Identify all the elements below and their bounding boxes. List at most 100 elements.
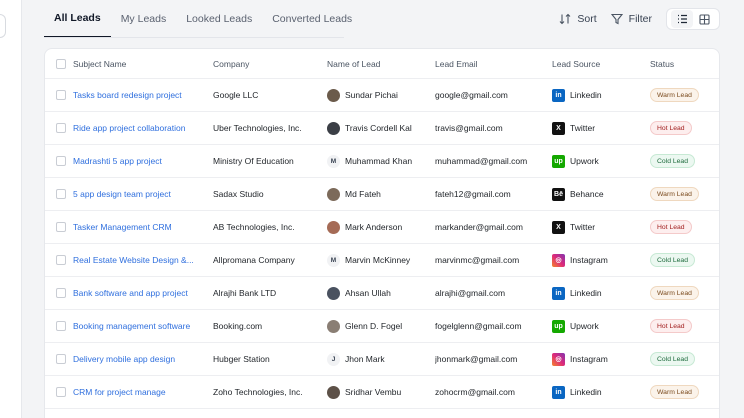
company-cell: AB Technologies, Inc.: [213, 222, 295, 232]
lead-name: Glenn D. Fogel: [345, 321, 403, 331]
filter-button[interactable]: Filter: [610, 13, 652, 25]
subject-link[interactable]: Tasker Management CRM: [73, 222, 172, 232]
tab-converted-leads[interactable]: Converted Leads: [262, 0, 362, 38]
tabs-divider: [44, 37, 344, 38]
lead-email-cell: travis@gmail.com: [435, 123, 503, 133]
header-lead-email[interactable]: Lead Email: [435, 49, 545, 78]
header-status[interactable]: Status: [650, 49, 719, 78]
header-lead-source[interactable]: Lead Source: [552, 49, 640, 78]
header-company[interactable]: Company: [213, 49, 319, 78]
lead-email-cell: jhonmark@gmail.com: [435, 354, 518, 364]
row-checkbox[interactable]: [56, 255, 66, 265]
lead-email-cell: marvinmc@gmail.com: [435, 255, 520, 265]
table-row[interactable]: Bank software and app project Alrajhi Ban…: [45, 277, 719, 310]
company-cell: Ministry Of Education: [213, 156, 294, 166]
subject-link[interactable]: Booking management software: [73, 321, 190, 331]
row-checkbox[interactable]: [56, 189, 66, 199]
view-toggle: [666, 8, 720, 30]
subject-link[interactable]: Bank software and app project: [73, 288, 188, 298]
avatar: [327, 121, 340, 135]
status-badge: Warm Lead: [650, 385, 699, 399]
table-row[interactable]: Booking management software Booking.com Gl…: [45, 310, 719, 343]
header-lead-name[interactable]: Name of Lead: [327, 49, 427, 78]
lead-source: Upwork: [570, 321, 599, 331]
lead-email-cell: alrajhi@gmail.com: [435, 288, 506, 298]
list-view-button[interactable]: [671, 10, 693, 28]
status-badge: Cold Lead: [650, 352, 695, 366]
table-row[interactable]: CRM for project manage Zoho Technologies,…: [45, 376, 719, 409]
lead-name-cell: Travis Cordell Kal: [327, 112, 427, 144]
leads-toolbar: All Leads My Leads Looked Leads Converte…: [44, 0, 720, 38]
subject-link[interactable]: CRM for project manage: [73, 387, 166, 397]
row-checkbox[interactable]: [56, 387, 66, 397]
row-checkbox[interactable]: [56, 156, 66, 166]
lead-source: Upwork: [570, 156, 599, 166]
subject-link[interactable]: Madrashti 5 app project: [73, 156, 162, 166]
lead-source: Twitter: [570, 222, 596, 232]
status-badge: Cold Lead: [650, 253, 695, 267]
lead-name: Mark Anderson: [345, 222, 403, 232]
lead-source-cell: in Linkedin: [552, 79, 640, 111]
filter-label: Filter: [628, 13, 652, 25]
company-cell: Google LLC: [213, 90, 259, 100]
status-badge: Hot Lead: [650, 121, 692, 135]
linkedin-icon: in: [552, 286, 565, 300]
lead-name-cell: Mark Anderson: [327, 211, 427, 243]
table-row[interactable]: Tasks board redesign project Google LLC Su…: [45, 79, 719, 112]
status-badge: Warm Lead: [650, 286, 699, 300]
table-row[interactable]: Madrashti 5 app project Ministry Of Educa…: [45, 145, 719, 178]
row-checkbox[interactable]: [56, 123, 66, 133]
lead-name: Travis Cordell Kal: [345, 123, 412, 133]
table-row[interactable]: 5 app design team project Sadax Studio Md …: [45, 178, 719, 211]
lead-name-cell: J Jhon Mark: [327, 343, 427, 375]
avatar: [327, 88, 340, 102]
row-checkbox[interactable]: [56, 288, 66, 298]
table-row[interactable]: Tasker Management CRM AB Technologies, In…: [45, 211, 719, 244]
tab-looked-leads[interactable]: Looked Leads: [176, 0, 262, 38]
sort-button[interactable]: Sort: [559, 13, 597, 25]
instagram-icon: ◎: [552, 253, 565, 267]
status-badge: Warm Lead: [650, 88, 699, 102]
subject-link[interactable]: Tasks board redesign project: [73, 90, 182, 100]
avatar: M: [327, 154, 340, 168]
subject-link[interactable]: Delivery mobile app design: [73, 354, 175, 364]
subject-link[interactable]: Ride app project collaboration: [73, 123, 185, 133]
lead-email-cell: muhammad@gmail.com: [435, 156, 528, 166]
lead-source: Linkedin: [570, 90, 602, 100]
tab-all-leads[interactable]: All Leads: [44, 0, 111, 38]
lead-source: Twitter: [570, 123, 596, 133]
row-checkbox[interactable]: [56, 321, 66, 331]
row-checkbox[interactable]: [56, 222, 66, 232]
lead-name: Sridhar Vembu: [345, 387, 402, 397]
lead-name: Marvin McKinney: [345, 255, 411, 265]
lead-name-cell: Glenn D. Fogel: [327, 310, 427, 342]
table-row[interactable]: Real Estate Website Design &... Allproman…: [45, 244, 719, 277]
lead-email-cell: markander@gmail.com: [435, 222, 523, 232]
table-row[interactable]: Delivery mobile app design Hubger Station…: [45, 343, 719, 376]
x-twitter-icon: X: [552, 121, 565, 135]
avatar: [327, 187, 340, 201]
grid-view-button[interactable]: [693, 10, 715, 28]
panel-collapse-handle[interactable]: [0, 14, 6, 38]
company-cell: Zoho Technologies, Inc.: [213, 387, 303, 397]
subject-link[interactable]: 5 app design team project: [73, 189, 171, 199]
lead-source-cell: ◎ Instagram: [552, 244, 640, 276]
table-row[interactable]: Ride app project collaboration Uber Techn…: [45, 112, 719, 145]
lead-email-cell: google@gmail.com: [435, 90, 508, 100]
header-subject[interactable]: Subject Name: [73, 49, 203, 78]
leads-table: Subject Name Company Name of Lead Lead E…: [44, 48, 720, 418]
lead-name: Md Fateh: [345, 189, 381, 199]
grid-icon: [698, 13, 710, 25]
company-cell: Alrajhi Bank LTD: [213, 288, 277, 298]
linkedin-icon: in: [552, 88, 565, 102]
company-cell: Hubger Station: [213, 354, 270, 364]
row-checkbox[interactable]: [56, 90, 66, 100]
list-icon: [677, 14, 687, 24]
lead-name-cell: Ahsan Ullah: [327, 277, 427, 309]
row-checkbox[interactable]: [56, 354, 66, 364]
subject-link[interactable]: Real Estate Website Design &...: [73, 255, 194, 265]
tab-my-leads[interactable]: My Leads: [111, 0, 177, 38]
select-all-checkbox[interactable]: [56, 58, 66, 69]
upwork-icon: up: [552, 319, 565, 333]
toolbar-actions: Sort Filter: [559, 8, 720, 30]
